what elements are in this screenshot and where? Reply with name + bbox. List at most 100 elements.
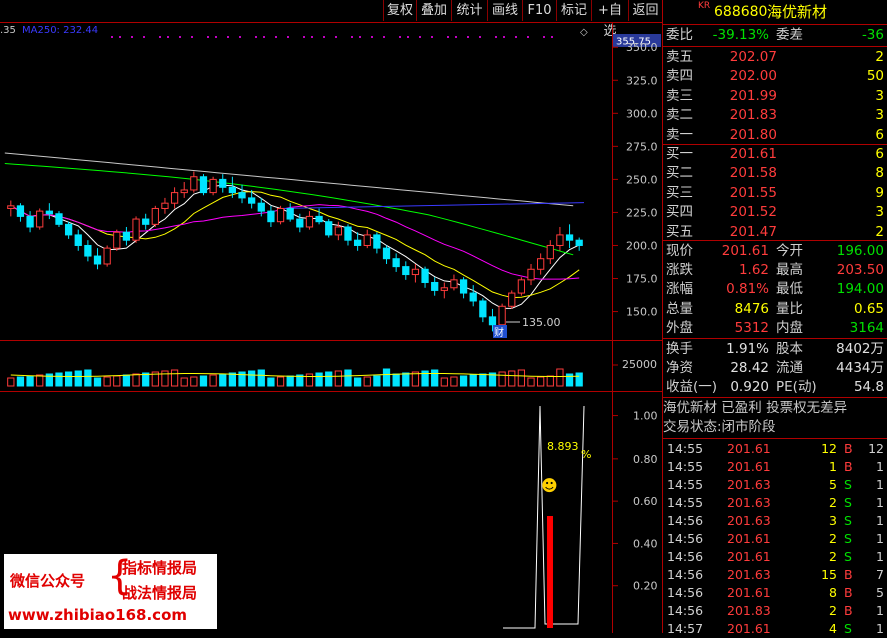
stock-header[interactable]: KR 688680 海优新材 — [663, 1, 887, 23]
candle — [382, 245, 391, 264]
signal-dot — [495, 36, 497, 38]
toolbar-button-8[interactable]: 返回 — [628, 0, 662, 21]
tick-volume: 3 — [829, 513, 837, 528]
volume-bar — [344, 369, 352, 387]
stat2-value-2: 8402万 — [836, 341, 884, 357]
stat-row: 总量 8476 量比 0.65 — [663, 300, 887, 319]
stat2-label-2: 流通 — [776, 360, 803, 376]
toolbar-button-7[interactable]: +自选 — [591, 0, 628, 39]
tick-count: 7 — [876, 567, 884, 582]
volume-bar — [84, 369, 92, 387]
signal-dot — [359, 36, 361, 38]
tick-volume: 2 — [829, 549, 837, 564]
toolbar-button-1[interactable]: 复权 — [383, 0, 416, 21]
tick-volume: 4 — [829, 621, 837, 636]
tick-time: 14:55 — [667, 495, 704, 510]
volume-bar — [392, 373, 400, 387]
volume-bar — [93, 377, 102, 387]
candle — [7, 200, 15, 217]
tick-volume: 1 — [829, 459, 837, 474]
tick-row[interactable]: 14:55 201.61 12 B 12 — [663, 440, 887, 458]
divider — [663, 438, 887, 439]
tick-row[interactable]: 14:56 201.63 3 S 1 — [663, 512, 887, 530]
signal-dot — [111, 36, 113, 38]
volume-bar — [64, 371, 73, 387]
candle — [546, 240, 554, 264]
candle — [421, 266, 429, 288]
signal-dot — [215, 36, 217, 38]
weicha-label: 委差 — [776, 27, 803, 43]
stat2-label: 收益(一) — [666, 379, 718, 395]
volume-bar — [209, 374, 217, 387]
watermark-url: www.zhibiao168.com — [8, 606, 188, 624]
candle — [84, 240, 92, 262]
tick-row[interactable]: 14:55 201.63 5 S 1 — [663, 476, 887, 494]
tick-count: 1 — [876, 477, 884, 492]
signal-dot — [323, 36, 325, 38]
toolbar-button-5[interactable]: F10 — [522, 0, 556, 21]
smiley-icon: ☻ — [541, 476, 558, 495]
tick-row[interactable]: 14:55 201.61 1 B 1 — [663, 458, 887, 476]
candle — [305, 211, 314, 230]
stat-label-2: 最高 — [776, 262, 803, 279]
asks-volume: 3 — [875, 107, 884, 124]
volume-bar — [16, 376, 25, 387]
tick-row[interactable]: 14:56 201.61 8 B 5 — [663, 584, 887, 602]
bids-label: 买二 — [666, 165, 693, 182]
asks-volume: 2 — [875, 49, 884, 65]
candles — [7, 171, 583, 332]
toolbar-button-6[interactable]: 标记 — [556, 0, 591, 21]
price-axis-label: 200.0 — [626, 239, 658, 252]
volume-bar — [170, 369, 179, 387]
ma20-line — [10, 204, 580, 280]
bids-row: 买一 201.61 6 — [663, 145, 887, 164]
signal-dot — [431, 36, 433, 38]
candle — [325, 219, 333, 238]
tick-time: 14:56 — [667, 549, 704, 564]
tick-row[interactable]: 14:56 201.83 2 B 1 — [663, 602, 887, 620]
candle — [267, 205, 275, 227]
stat-row: 涨跌 1.62 最高 203.50 — [663, 261, 887, 280]
candle — [334, 221, 342, 241]
tick-row[interactable]: 14:56 201.63 15 B 7 — [663, 566, 887, 584]
asks-label: 卖四 — [666, 68, 693, 85]
candle — [459, 277, 468, 299]
tick-row[interactable]: 14:57 201.61 4 S 1 — [663, 620, 887, 638]
volume-bar — [219, 373, 227, 387]
stat-label: 现价 — [666, 243, 693, 259]
volume-bar — [498, 371, 506, 387]
stat-value: 0.81% — [726, 281, 769, 298]
signal-dot — [275, 36, 277, 38]
candle — [45, 203, 53, 220]
signal-dot — [551, 36, 553, 38]
stat-value: 5312 — [734, 319, 769, 336]
tick-row[interactable]: 14:56 201.61 2 S 1 — [663, 530, 887, 548]
signal-dot — [287, 36, 289, 38]
stat2-label: 净资 — [666, 360, 693, 376]
signal-dot — [255, 36, 257, 38]
tick-count: 12 — [868, 441, 884, 456]
asks-row: 卖三 201.99 3 — [663, 87, 887, 106]
indicator-axis-label: 0.40 — [633, 537, 658, 550]
tick-row[interactable]: 14:55 201.63 2 S 1 — [663, 494, 887, 512]
candle — [402, 261, 410, 280]
candle — [170, 187, 179, 209]
toolbar-button-3[interactable]: 统计 — [451, 0, 487, 21]
candle — [190, 171, 198, 193]
toolbar-button-2[interactable]: 叠加 — [416, 0, 451, 21]
stat2-value: 1.91% — [726, 341, 769, 357]
kline-chart[interactable]: .35 MA250: 232.44 ◇ 355.75 350.0325.0300… — [0, 22, 662, 633]
tick-price: 201.63 — [727, 513, 771, 528]
tick-volume: 2 — [829, 531, 837, 546]
low-annotation: 135.00 — [522, 316, 561, 329]
tick-count: 1 — [876, 603, 884, 618]
toolbar-button-4[interactable]: 画线 — [487, 0, 522, 21]
tick-side: S — [844, 495, 852, 510]
indicator-unit: % — [581, 448, 591, 461]
tick-side: B — [844, 441, 853, 456]
candle — [132, 216, 140, 243]
stat-label: 涨幅 — [666, 281, 693, 298]
signal-dot — [479, 36, 481, 38]
divider — [663, 240, 887, 241]
tick-row[interactable]: 14:56 201.61 2 S 1 — [663, 548, 887, 566]
